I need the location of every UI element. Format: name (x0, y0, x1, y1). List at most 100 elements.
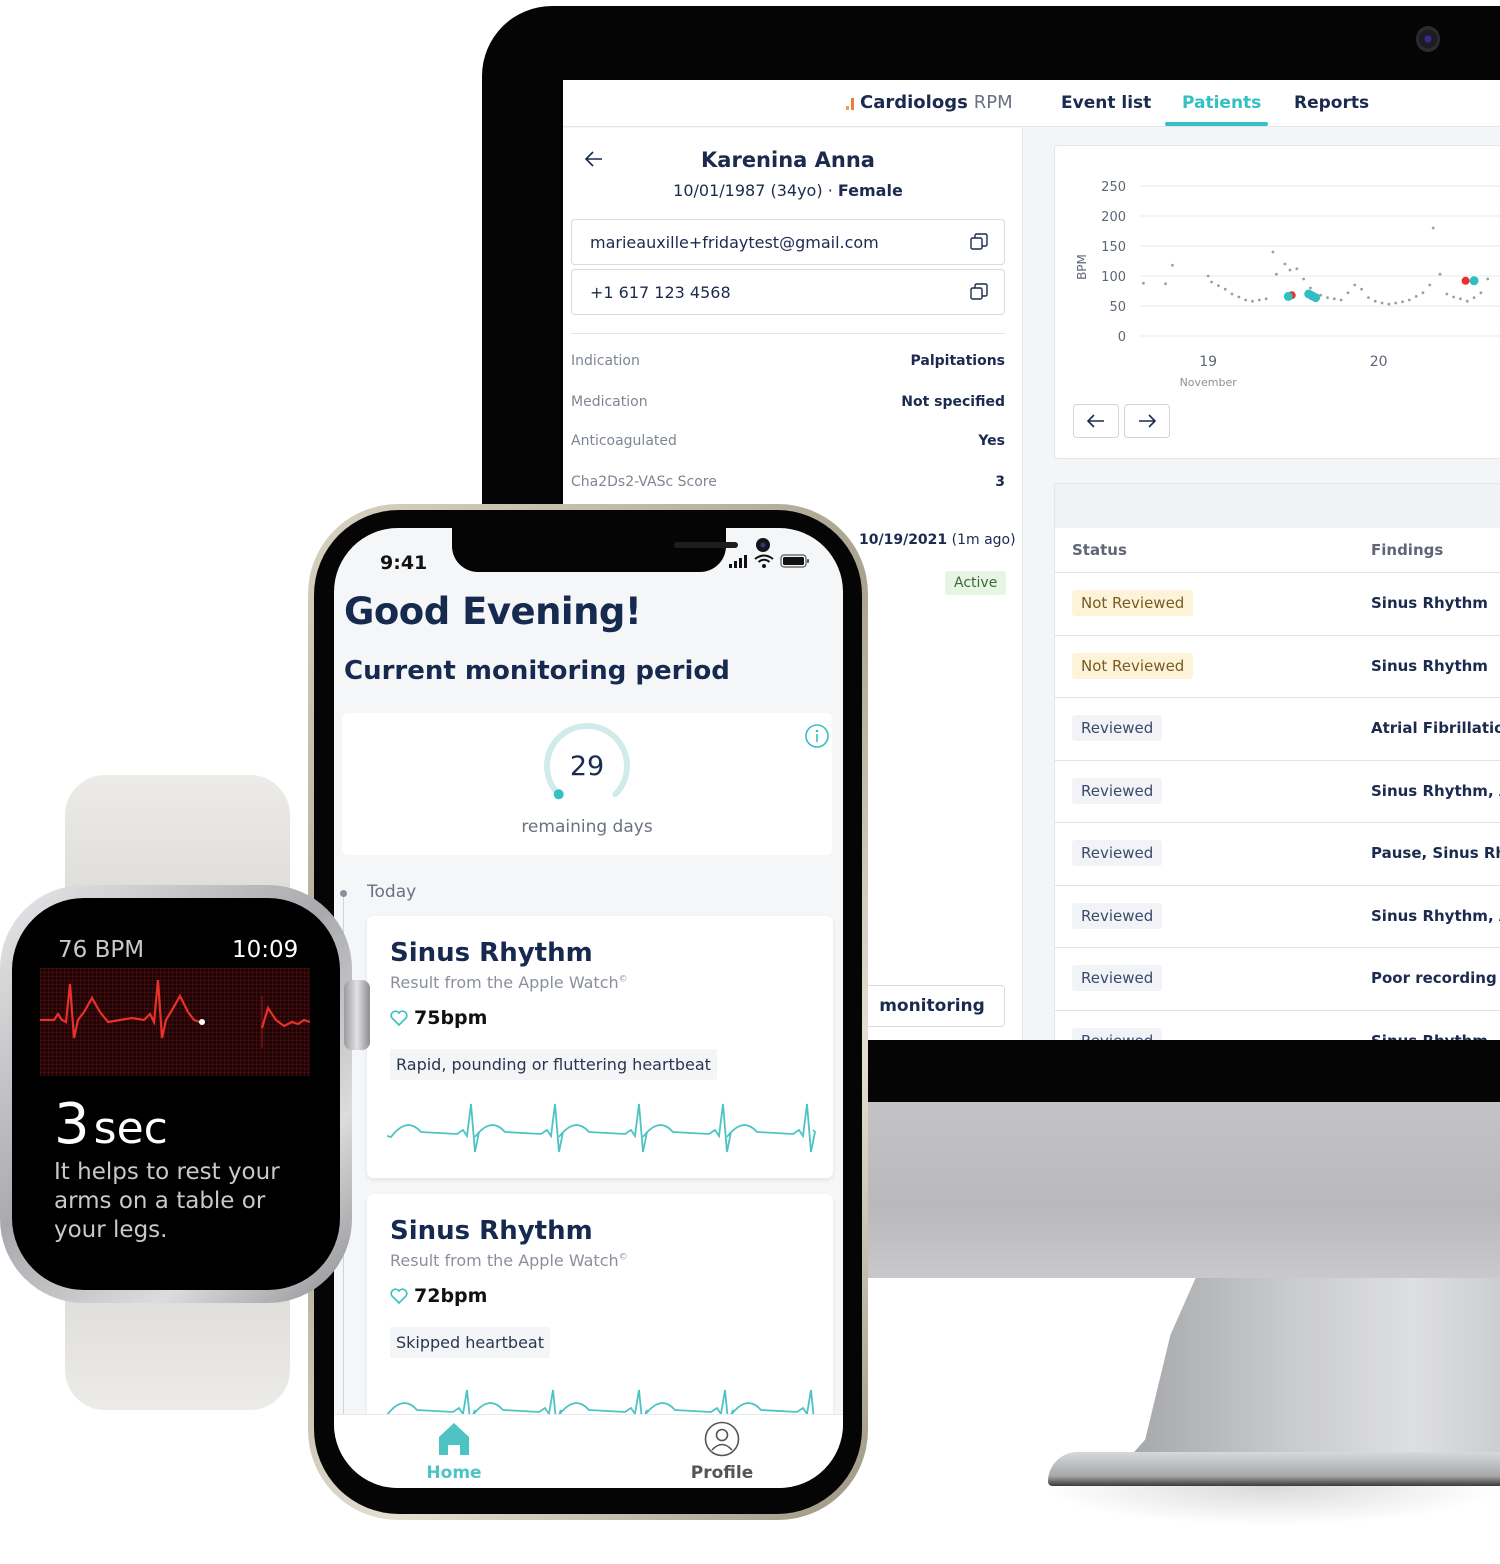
status-badge: Reviewed (1072, 840, 1163, 866)
status-cell: Reviewed (1072, 840, 1163, 866)
event-bpm-value: 75bpm (414, 1007, 488, 1029)
heart-rate-samples-point (1309, 286, 1312, 290)
tab-patients[interactable]: Patients (1182, 93, 1261, 113)
tab-event-list[interactable]: Event list (1061, 93, 1151, 113)
table-row[interactable]: Reviewed Atrial Fibrillation, (1055, 698, 1500, 761)
table-row[interactable]: Reviewed Sinus Rhythm (1055, 1011, 1500, 1040)
watch-digital-crown[interactable] (344, 980, 370, 1050)
y-tick-label: 100 (1101, 270, 1126, 285)
y-tick-label: 50 (1109, 300, 1126, 315)
monitor-stand (1120, 1278, 1500, 1468)
heart-rate-samples-point (1421, 291, 1425, 295)
event-source-text: Result from the Apple Watch (390, 973, 619, 992)
heart-rate-samples-point (1346, 291, 1350, 295)
heart-rate-samples-point (1479, 291, 1483, 295)
event-card[interactable]: Sinus Rhythm Result from the Apple Watch… (367, 1194, 833, 1434)
top-navbar: Cardiologs RPM Event list Patients Repor… (563, 80, 1500, 127)
table-toolbar (1055, 484, 1500, 528)
tab-reports[interactable]: Reports (1294, 93, 1369, 113)
heart-rate-samples-point (1459, 297, 1462, 301)
event-title: Sinus Rhythm (390, 938, 593, 968)
recorded-ecgs-point (1469, 276, 1479, 286)
phone-field[interactable]: +1 617 123 4568 (571, 269, 1005, 315)
home-icon (439, 1423, 469, 1455)
watch-hint-text: It helps to rest your arms on a table or… (54, 1159, 280, 1243)
patient-name: Karenina Anna (701, 148, 875, 172)
chart-prev-button[interactable] (1073, 404, 1119, 438)
watch-time: 10:09 (232, 937, 299, 963)
monitor-shadow (1040, 1486, 1500, 1526)
monitor-foot (1048, 1452, 1500, 1486)
heart-rate-samples-point (1431, 226, 1435, 230)
y-tick-label: 250 (1101, 180, 1126, 195)
y-tick-label: 150 (1101, 240, 1126, 255)
findings-cell: Sinus Rhythm, Atr (1371, 781, 1500, 800)
heart-rate-samples-point (1373, 299, 1377, 303)
tab-home[interactable]: Home (394, 1421, 514, 1483)
timeline-today-label: Today (367, 882, 417, 902)
bottom-tab-bar: Home Profile (334, 1414, 843, 1488)
table-row[interactable]: Reviewed Pause, Sinus Rhyt (1055, 823, 1500, 886)
brand-bars-icon (846, 96, 854, 110)
event-source-text: Result from the Apple Watch (390, 1251, 619, 1270)
status-badge: Reviewed (1072, 1027, 1163, 1040)
timeline-dot (340, 890, 347, 897)
findings-cell: Sinus Rhythm, Atr (1371, 906, 1500, 925)
findings-cell: Sinus Rhythm (1371, 594, 1488, 612)
column-header-findings[interactable]: Findings (1371, 541, 1443, 559)
heart-rate-samples-point (1380, 301, 1384, 305)
gauge-progress-dot (553, 789, 564, 800)
status-cell: Not Reviewed (1072, 652, 1194, 679)
heart-rate-samples-point (1339, 298, 1343, 302)
info-icon[interactable] (804, 723, 830, 749)
table-row[interactable]: Reviewed Sinus Rhythm, Atr (1055, 761, 1500, 823)
heart-rate-samples-point (1142, 281, 1145, 285)
heart-rate-samples-point (1271, 250, 1275, 254)
status-cell: Reviewed (1072, 902, 1163, 929)
copy-icon[interactable] (970, 283, 988, 301)
event-bpm: 75bpm (390, 1007, 487, 1029)
event-source: Result from the Apple Watch© (390, 1251, 628, 1270)
status-cell: Reviewed (1072, 715, 1163, 741)
heart-rate-samples-point (1438, 272, 1442, 276)
divider (571, 333, 1005, 334)
monitoring-button[interactable]: monitoring (859, 985, 1005, 1027)
heart-rate-samples-point (1288, 268, 1292, 272)
table-row[interactable]: Not Reviewed Sinus Rhythm (1055, 573, 1500, 636)
heart-rate-samples-point (1274, 272, 1278, 276)
last-recording-date: 10/19/2021 (1m ago) (859, 532, 1016, 548)
event-bpm: 72bpm (390, 1285, 487, 1307)
date: 10/19/2021 (859, 532, 948, 548)
heart-rate-samples-point (1264, 297, 1268, 301)
date-relative: (1m ago) (951, 532, 1016, 548)
status-bar-time: 9:41 (380, 552, 428, 574)
arrow-left-icon (1086, 414, 1104, 428)
status-badge: Not Reviewed (1072, 590, 1194, 616)
chart-next-button[interactable] (1124, 404, 1170, 438)
copy-icon[interactable] (970, 233, 988, 251)
event-card[interactable]: Sinus Rhythm Result from the Apple Watch… (367, 916, 833, 1178)
patient-dob: 10/01/1987 (673, 181, 766, 200)
table-row[interactable]: Reviewed Sinus Rhythm, Atr (1055, 886, 1500, 948)
tab-profile[interactable]: Profile (662, 1421, 782, 1483)
status-cell: Reviewed (1072, 777, 1163, 804)
heart-rate-samples-point (1206, 274, 1210, 278)
heart-rate-chart: 0 50 100 150 200 250 BPM 19 November 20 (1075, 180, 1500, 389)
event-bpm-value: 72bpm (414, 1285, 488, 1307)
heart-rate-samples-point (1223, 287, 1227, 291)
table-body: Not Reviewed Sinus Rhythm Not Reviewed Sinu… (1055, 573, 1500, 1040)
y-axis-label: BPM (1075, 254, 1089, 280)
findings-cell: Pause, Sinus Rhyt (1371, 844, 1500, 862)
table-row[interactable]: Not Reviewed Sinus Rhythm (1055, 636, 1500, 698)
email-field[interactable]: marieauxille+fridaytest@gmail.com (571, 219, 1005, 265)
event-symptom-tag: Skipped heartbeat (390, 1327, 550, 1358)
signal-icon (729, 555, 747, 568)
column-header-status[interactable]: Status (1072, 541, 1127, 559)
events-table: Status Findings Not Reviewed Sinus Rhythm… (1054, 483, 1500, 1040)
table-row[interactable]: Reviewed Poor recording (1055, 948, 1500, 1011)
heart-rate-samples-point (1407, 298, 1411, 302)
x-tick-label: 19 (1199, 354, 1217, 370)
status-cell: Not Reviewed (1072, 590, 1194, 616)
brand-logo[interactable]: Cardiologs RPM (846, 92, 1013, 113)
table-header: Status Findings (1055, 528, 1500, 573)
